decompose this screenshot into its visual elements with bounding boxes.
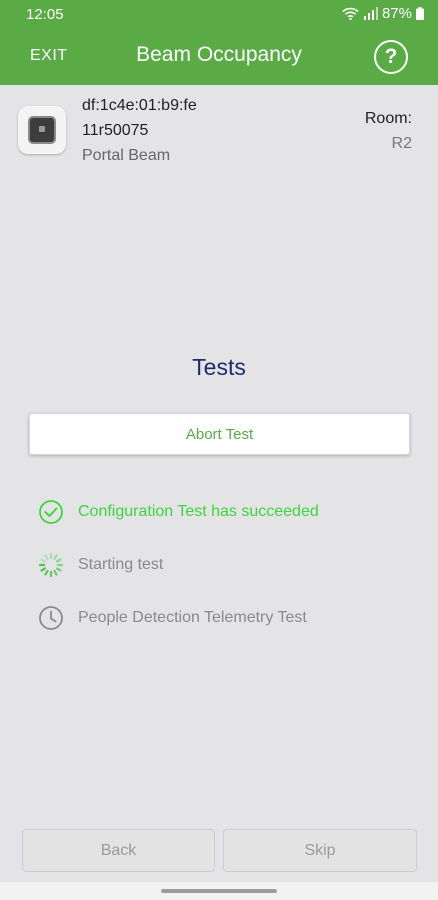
tests-title: Tests — [192, 354, 246, 380]
room-value: R2 — [391, 135, 412, 152]
clock-icon — [39, 606, 63, 630]
test-item-label: Starting test — [78, 556, 164, 573]
test-item-configuration: Configuration Test has succeeded — [38, 499, 319, 525]
screen: 12:05 87% EXIT Beam Occupancy ? df:1c4e:… — [0, 0, 438, 900]
check-circle-icon — [39, 500, 63, 524]
skip-button[interactable]: Skip — [223, 829, 417, 872]
device-icon — [18, 106, 66, 154]
app-header: 12:05 87% EXIT Beam Occupancy ? — [0, 0, 438, 85]
signal-icon — [363, 7, 378, 20]
test-item-label: People Detection Telemetry Test — [78, 609, 307, 626]
wifi-icon — [342, 7, 359, 20]
test-item-label: Configuration Test has succeeded — [78, 503, 319, 520]
room-label: Room: — [364, 110, 412, 127]
spinner-icon — [38, 552, 64, 578]
device-type: Portal Beam — [82, 147, 171, 164]
status-icons: 87% — [342, 5, 424, 22]
device-serial: 11r50075 — [82, 122, 149, 139]
battery-icon — [416, 7, 424, 20]
help-button[interactable]: ? — [374, 40, 408, 74]
home-gesture-handle[interactable] — [161, 889, 277, 893]
page-title: Beam Occupancy — [136, 43, 302, 66]
battery-percent: 87% — [381, 5, 412, 22]
status-time: 12:05 — [26, 6, 64, 23]
test-item-people-detection: People Detection Telemetry Test — [38, 605, 307, 631]
back-button[interactable]: Back — [22, 829, 215, 872]
test-item-starting: Starting test — [38, 552, 163, 578]
device-mac: df:1c4e:01:b9:fe — [82, 97, 197, 114]
abort-test-button[interactable]: Abort Test — [29, 413, 410, 455]
